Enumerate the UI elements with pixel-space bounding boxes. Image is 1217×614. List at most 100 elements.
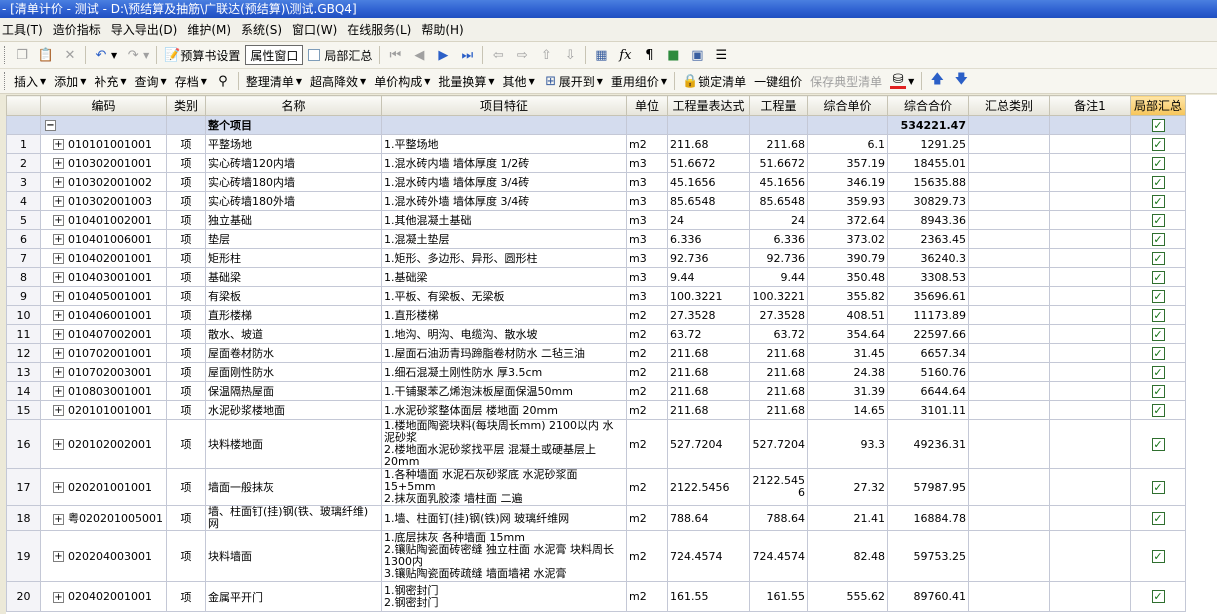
- qty-cell[interactable]: 211.68: [749, 134, 808, 154]
- category-cell[interactable]: 项: [166, 172, 206, 192]
- expand-icon[interactable]: +: [53, 482, 64, 493]
- unit-price-cell[interactable]: 408.51: [807, 305, 888, 325]
- remark-cell[interactable]: [1049, 324, 1131, 344]
- unit-price-cell[interactable]: 355.82: [807, 286, 888, 306]
- name-cell[interactable]: 实心砖墙180内墙: [205, 172, 382, 192]
- features-cell[interactable]: 1.基础梁: [381, 267, 627, 287]
- category-cell[interactable]: 项: [166, 505, 206, 531]
- unit-price-button[interactable]: 单价构成 ▼: [371, 71, 433, 91]
- other-button[interactable]: 其他 ▼: [500, 71, 538, 91]
- checkbox-checked-icon[interactable]: ✓: [1151, 251, 1165, 265]
- qty-expr-cell[interactable]: 45.1656: [667, 172, 750, 192]
- code-cell[interactable]: +020101001001: [40, 400, 167, 420]
- code-cell[interactable]: +010302001002: [40, 172, 167, 192]
- total-price-cell[interactable]: 89760.41: [887, 581, 969, 612]
- local-summary-cell[interactable]: ✓: [1130, 343, 1186, 363]
- summary-cat-cell[interactable]: [968, 210, 1050, 230]
- first-button[interactable]: ⏮: [384, 45, 406, 65]
- remark-cell[interactable]: [1049, 267, 1131, 287]
- table-row[interactable]: 4 +010302001003 项 实心砖墙180外墙 1.混水砖外墙 墙体厚度 3/4…: [6, 191, 1186, 211]
- unit-price-cell[interactable]: 24.38: [807, 362, 888, 382]
- total-price-cell[interactable]: 57987.95: [887, 468, 969, 506]
- reuse-pricing-button[interactable]: 重用组价 ▼: [608, 71, 670, 91]
- remark-cell[interactable]: [1049, 115, 1131, 135]
- category-cell[interactable]: 项: [166, 400, 206, 420]
- local-summary-cell[interactable]: ✓: [1130, 191, 1186, 211]
- query-button[interactable]: 查询 ▼: [132, 71, 170, 91]
- move-up-row-button[interactable]: 🡅: [926, 71, 948, 91]
- remark-cell[interactable]: [1049, 286, 1131, 306]
- category-cell[interactable]: 项: [166, 581, 206, 612]
- name-cell[interactable]: 有梁板: [205, 286, 382, 306]
- menu-system[interactable]: 系统(S): [239, 19, 290, 41]
- table-row[interactable]: 19 +020204003001 项 块料墙面 1.底层抹灰 各种墙面 15mm 2.镶…: [6, 530, 1186, 582]
- features-cell[interactable]: 1.平整场地: [381, 134, 627, 154]
- code-cell[interactable]: + 粤020201005001: [40, 505, 167, 531]
- unit-price-cell[interactable]: 31.45: [807, 343, 888, 363]
- unit-price-cell[interactable]: [807, 115, 888, 135]
- unit-cell[interactable]: m3: [626, 210, 668, 230]
- table-row[interactable]: 15 +020101001001 项 水泥砂浆楼地面 1.水泥砂浆整体面层 楼地面 20…: [6, 400, 1186, 420]
- summary-cat-cell[interactable]: [968, 581, 1050, 612]
- features-cell[interactable]: 1.其他混凝土基础: [381, 210, 627, 230]
- features-cell[interactable]: 1.墙、柱面钉(挂)钢(铁)网 玻璃纤维网: [381, 505, 627, 531]
- last-button[interactable]: ⏭: [456, 45, 478, 65]
- code-cell[interactable]: +010803001001: [40, 381, 167, 401]
- unit-cell[interactable]: m3: [626, 248, 668, 268]
- name-cell[interactable]: 整个项目: [205, 115, 382, 135]
- checkbox-checked-icon[interactable]: ✓: [1151, 213, 1165, 227]
- features-cell[interactable]: 1.矩形、多边形、异形、圆形柱: [381, 248, 627, 268]
- total-price-cell[interactable]: 16884.78: [887, 505, 969, 531]
- code-cell[interactable]: +010407002001: [40, 324, 167, 344]
- name-cell[interactable]: 块料墙面: [205, 530, 382, 582]
- col-header-qty[interactable]: 工程量: [749, 95, 808, 116]
- name-cell[interactable]: 屋面卷材防水: [205, 343, 382, 363]
- code-cell[interactable]: +010401002001: [40, 210, 167, 230]
- name-cell[interactable]: 独立基础: [205, 210, 382, 230]
- local-summary-cell[interactable]: ✓: [1130, 115, 1186, 135]
- qty-expr-cell[interactable]: 85.6548: [667, 191, 750, 211]
- qty-cell[interactable]: 63.72: [749, 324, 808, 344]
- unit-cell[interactable]: m3: [626, 153, 668, 173]
- category-cell[interactable]: 项: [166, 134, 206, 154]
- name-cell[interactable]: 块料楼地面: [205, 419, 382, 469]
- lock-list-button[interactable]: 🔒 锁定清单: [679, 71, 749, 91]
- table-row[interactable]: 17 +020201001001 项 墙面一般抹灰 1.各种墙面 水泥石灰砂浆底 水泥砂…: [6, 468, 1186, 506]
- expand-icon[interactable]: +: [53, 234, 64, 245]
- unit-cell[interactable]: m2: [626, 305, 668, 325]
- local-summary-cell[interactable]: ✓: [1130, 210, 1186, 230]
- code-cell[interactable]: −: [40, 115, 167, 135]
- summary-cat-cell[interactable]: [968, 172, 1050, 192]
- features-cell[interactable]: 1.水泥砂浆整体面层 楼地面 20mm: [381, 400, 627, 420]
- unit-cell[interactable]: m3: [626, 286, 668, 306]
- features-cell[interactable]: 1.混水砖内墙 墙体厚度 3/4砖: [381, 172, 627, 192]
- qty-expr-cell[interactable]: 100.3221: [667, 286, 750, 306]
- code-cell[interactable]: +010403001001: [40, 267, 167, 287]
- expand-icon[interactable]: +: [53, 253, 64, 264]
- menu-window[interactable]: 窗口(W): [290, 19, 345, 41]
- qty-cell[interactable]: 527.7204: [749, 419, 808, 469]
- name-cell[interactable]: 矩形柱: [205, 248, 382, 268]
- total-price-cell[interactable]: 11173.89: [887, 305, 969, 325]
- qty-cell[interactable]: 211.68: [749, 400, 808, 420]
- local-summary-cell[interactable]: ✓: [1130, 530, 1186, 582]
- unit-price-cell[interactable]: 82.48: [807, 530, 888, 582]
- local-summary-cell[interactable]: ✓: [1130, 305, 1186, 325]
- expand-icon[interactable]: +: [53, 291, 64, 302]
- unit-cell[interactable]: m2: [626, 324, 668, 344]
- col-header-total-price[interactable]: 综合合价: [887, 95, 969, 116]
- local-summary-cell[interactable]: ✓: [1130, 400, 1186, 420]
- table-row[interactable]: 9 +010405001001 项 有梁板 1.平板、有梁板、无梁板 m3 100.3221…: [6, 286, 1186, 306]
- qty-cell[interactable]: 2122.545 6: [749, 468, 808, 506]
- table-row[interactable]: 2 +010302001001 项 实心砖墙120内墙 1.混水砖内墙 墙体厚度 1/2…: [6, 153, 1186, 173]
- total-price-cell[interactable]: 36240.3: [887, 248, 969, 268]
- expand-icon[interactable]: +: [53, 367, 64, 378]
- category-cell[interactable]: 项: [166, 324, 206, 344]
- table-row[interactable]: 12 +010702001001 项 屋面卷材防水 1.屋面石油沥青玛蹄脂卷材防水 二毡…: [6, 343, 1186, 363]
- summary-cat-cell[interactable]: [968, 381, 1050, 401]
- total-price-cell[interactable]: 5160.76: [887, 362, 969, 382]
- checkbox-checked-icon[interactable]: ✓: [1151, 308, 1165, 322]
- code-cell[interactable]: +010702003001: [40, 362, 167, 382]
- summary-cat-cell[interactable]: [968, 505, 1050, 531]
- remark-cell[interactable]: [1049, 505, 1131, 531]
